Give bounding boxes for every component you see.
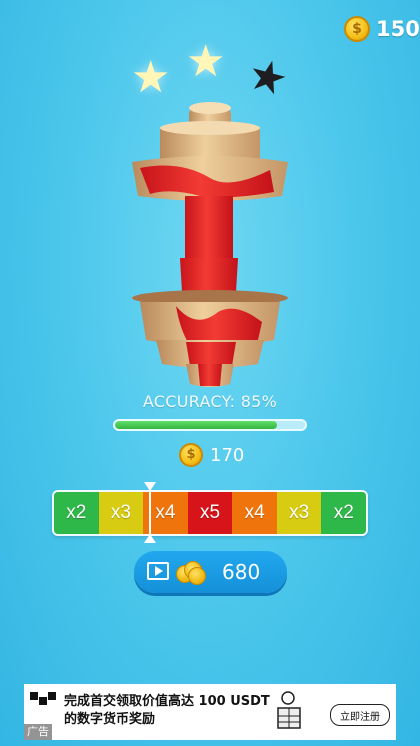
okx-logo <box>30 692 56 706</box>
accuracy-progress-fill <box>115 421 277 429</box>
coin-icon: $ <box>179 443 203 467</box>
multiplier-bar[interactable]: x2 x3 x4 x5 x4 x3 x2 <box>52 490 368 536</box>
multiplier-segment[interactable]: x2 <box>54 492 99 534</box>
multiplier-pointer <box>149 488 151 538</box>
ad-label: 广告 <box>24 724 52 740</box>
multiplier-segment[interactable]: x2 <box>321 492 366 534</box>
multiplier-segment[interactable]: x4 <box>232 492 277 534</box>
accuracy-progress-bar <box>113 419 307 431</box>
claim-amount: 680 <box>222 560 261 584</box>
ad-title: 完成首交领取价值高达 100 USDT <box>64 694 270 709</box>
coin-stack-icon <box>176 559 206 585</box>
ad-subtitle: 的数字货币奖励 <box>64 712 156 727</box>
reward-amount: 170 <box>210 445 245 466</box>
carved-dumbbell-object <box>132 102 288 387</box>
multiplier-segment[interactable]: x3 <box>98 492 144 534</box>
pointer-arrow-up-icon <box>144 534 156 543</box>
multiplier-segment[interactable]: x5 <box>187 492 233 534</box>
pointer-arrow-down-icon <box>144 482 156 491</box>
play-video-icon <box>147 562 169 580</box>
accuracy-label: ACCURACY: 85% <box>142 392 278 411</box>
ad-register-button[interactable]: 立即注册 <box>330 704 390 726</box>
multiplier-segment[interactable]: x3 <box>276 492 322 534</box>
claim-multiplied-reward-button[interactable]: 680 <box>134 551 287 593</box>
ad-banner[interactable]: 完成首交领取价值高达 100 USDT 的数字货币奖励 立即注册 <box>24 684 396 740</box>
coin-tower-illustration-icon <box>277 691 301 729</box>
